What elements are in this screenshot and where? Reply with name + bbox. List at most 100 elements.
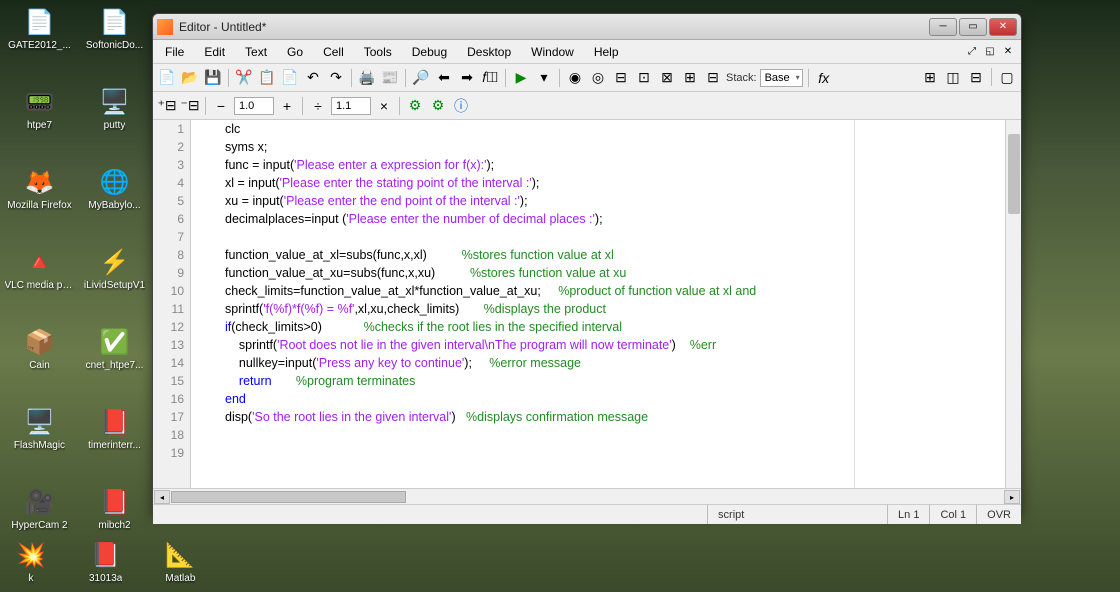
hscroll-thumb[interactable] [171, 491, 406, 503]
exit-debug-icon[interactable]: ⊟ [703, 68, 723, 88]
eval-cell-icon[interactable]: ⚙ [405, 96, 425, 116]
undo-icon[interactable]: ↶ [303, 68, 323, 88]
new-file-icon[interactable]: 📄 [157, 68, 177, 88]
info-icon[interactable]: ⓘ [451, 96, 471, 116]
horizontal-scrollbar[interactable]: ◂ ▸ [153, 488, 1021, 504]
code-line[interactable] [195, 228, 1017, 246]
code-line[interactable]: disp('So the root lies in the given inte… [195, 408, 1017, 426]
code-line[interactable]: decimalplaces=input ('Please enter the n… [195, 210, 1017, 228]
desktop-icon[interactable]: 📄GATE2012_... [2, 2, 77, 82]
desktop-icon[interactable]: 📦Cain [2, 322, 77, 402]
plus-icon[interactable]: + [277, 96, 297, 116]
copy-icon[interactable]: 📋 [257, 68, 277, 88]
code-line[interactable]: check_limits=function_value_at_xl*functi… [195, 282, 1017, 300]
line-number[interactable]: 8 [153, 246, 190, 264]
split-v-icon[interactable]: ⊟ [966, 68, 986, 88]
desktop-icon[interactable]: 📟htpe7 [2, 82, 77, 162]
code-line[interactable]: sprintf('f(%f)*f(%f) = %f',xl,xu,check_l… [195, 300, 1017, 318]
line-number[interactable]: 17 [153, 408, 190, 426]
menu-cell[interactable]: Cell [313, 42, 354, 62]
menu-text[interactable]: Text [235, 42, 277, 62]
code-editor[interactable]: clcsyms x;func = input('Please enter a e… [191, 120, 1021, 488]
save-icon[interactable]: 💾 [203, 68, 223, 88]
line-number[interactable]: 12 [153, 318, 190, 336]
code-line[interactable]: clc [195, 120, 1017, 138]
menu-desktop[interactable]: Desktop [457, 42, 521, 62]
code-line[interactable]: end [195, 390, 1017, 408]
desktop-icon[interactable]: 📕31013a [89, 535, 122, 584]
minus-icon[interactable]: − [211, 96, 231, 116]
line-number[interactable]: 1 [153, 120, 190, 138]
code-line[interactable]: function_value_at_xl=subs(func,x,xl) %st… [195, 246, 1017, 264]
function-icon[interactable]: 𝑓◫ [480, 68, 500, 88]
desktop-icon[interactable]: 🖥️FlashMagic [2, 402, 77, 482]
close-button[interactable]: ✕ [989, 18, 1017, 36]
close-doc-icon[interactable]: ✕ [1001, 45, 1015, 59]
line-number[interactable]: 3 [153, 156, 190, 174]
desktop-icon[interactable]: ✅cnet_htpe7... [77, 322, 152, 402]
desktop-icon[interactable]: 📐Matlab [164, 535, 196, 584]
cut-icon[interactable]: ✂️ [234, 68, 254, 88]
line-number[interactable]: 19 [153, 444, 190, 462]
code-line[interactable]: nullkey=input('Press any key to continue… [195, 354, 1017, 372]
eval-advance-icon[interactable]: ⚙ [428, 96, 448, 116]
cell-add-icon[interactable]: ⁺⊟ [157, 96, 177, 116]
code-line[interactable]: func = input('Please enter a expression … [195, 156, 1017, 174]
redo-icon[interactable]: ↷ [326, 68, 346, 88]
menu-file[interactable]: File [155, 42, 194, 62]
code-line[interactable]: xu = input('Please enter the end point o… [195, 192, 1017, 210]
cell-remove-icon[interactable]: ⁻⊟ [180, 96, 200, 116]
menu-debug[interactable]: Debug [402, 42, 457, 62]
code-line[interactable]: function_value_at_xu=subs(func,x,xu) %st… [195, 264, 1017, 282]
line-number[interactable]: 18 [153, 426, 190, 444]
line-number[interactable]: 6 [153, 210, 190, 228]
times-icon[interactable]: × [374, 96, 394, 116]
zoom-input-1[interactable] [234, 97, 274, 115]
menu-window[interactable]: Window [521, 42, 584, 62]
zoom-input-2[interactable] [331, 97, 371, 115]
run-advance-icon[interactable]: ▾ [534, 68, 554, 88]
code-line[interactable]: xl = input('Please enter the stating poi… [195, 174, 1017, 192]
undock-icon[interactable]: ◱ [983, 45, 997, 59]
scroll-right-icon[interactable]: ▸ [1004, 490, 1020, 504]
find-icon[interactable]: 🔎 [411, 68, 431, 88]
open-file-icon[interactable]: 📂 [180, 68, 200, 88]
code-line[interactable]: if(check_limits>0) %checks if the root l… [195, 318, 1017, 336]
print-preview-icon[interactable]: 📰 [380, 68, 400, 88]
code-line[interactable] [195, 426, 1017, 444]
desktop-icon[interactable]: 🔺VLC media player [2, 242, 77, 322]
scroll-left-icon[interactable]: ◂ [154, 490, 170, 504]
menu-edit[interactable]: Edit [194, 42, 235, 62]
clear-bp-icon[interactable]: ◎ [588, 68, 608, 88]
minimize-button[interactable]: ─ [929, 18, 957, 36]
line-number[interactable]: 4 [153, 174, 190, 192]
code-line[interactable]: syms x; [195, 138, 1017, 156]
step-in-icon[interactable]: ⊡ [634, 68, 654, 88]
scroll-thumb[interactable] [1008, 134, 1020, 214]
title-bar[interactable]: Editor - Untitled* ─ ▭ ✕ [153, 14, 1021, 40]
continue-icon[interactable]: ⊞ [680, 68, 700, 88]
line-number[interactable]: 11 [153, 300, 190, 318]
line-number[interactable]: 2 [153, 138, 190, 156]
split-h-icon[interactable]: ◫ [943, 68, 963, 88]
line-number[interactable]: 16 [153, 390, 190, 408]
desktop-icon[interactable]: 📄SoftonicDo... [77, 2, 152, 82]
line-number[interactable]: 5 [153, 192, 190, 210]
go-back-icon[interactable]: ⬅ [434, 68, 454, 88]
menu-tools[interactable]: Tools [354, 42, 402, 62]
desktop-icon[interactable]: 🦊Mozilla Firefox [2, 162, 77, 242]
menu-help[interactable]: Help [584, 42, 629, 62]
maximize-panel-icon[interactable]: ▢ [997, 68, 1017, 88]
fx-icon[interactable]: fx [814, 68, 834, 88]
line-number[interactable]: 10 [153, 282, 190, 300]
desktop-icon[interactable]: 🖥️putty [77, 82, 152, 162]
line-number[interactable]: 15 [153, 372, 190, 390]
line-number[interactable]: 13 [153, 336, 190, 354]
code-line[interactable] [195, 444, 1017, 462]
step-icon[interactable]: ⊟ [611, 68, 631, 88]
desktop-icon[interactable]: 📕timerinterr... [77, 402, 152, 482]
desktop-icon[interactable]: 💥k [15, 535, 47, 584]
desktop-icon[interactable]: 🌐MyBabylo... [77, 162, 152, 242]
step-out-icon[interactable]: ⊠ [657, 68, 677, 88]
print-icon[interactable]: 🖨️ [357, 68, 377, 88]
